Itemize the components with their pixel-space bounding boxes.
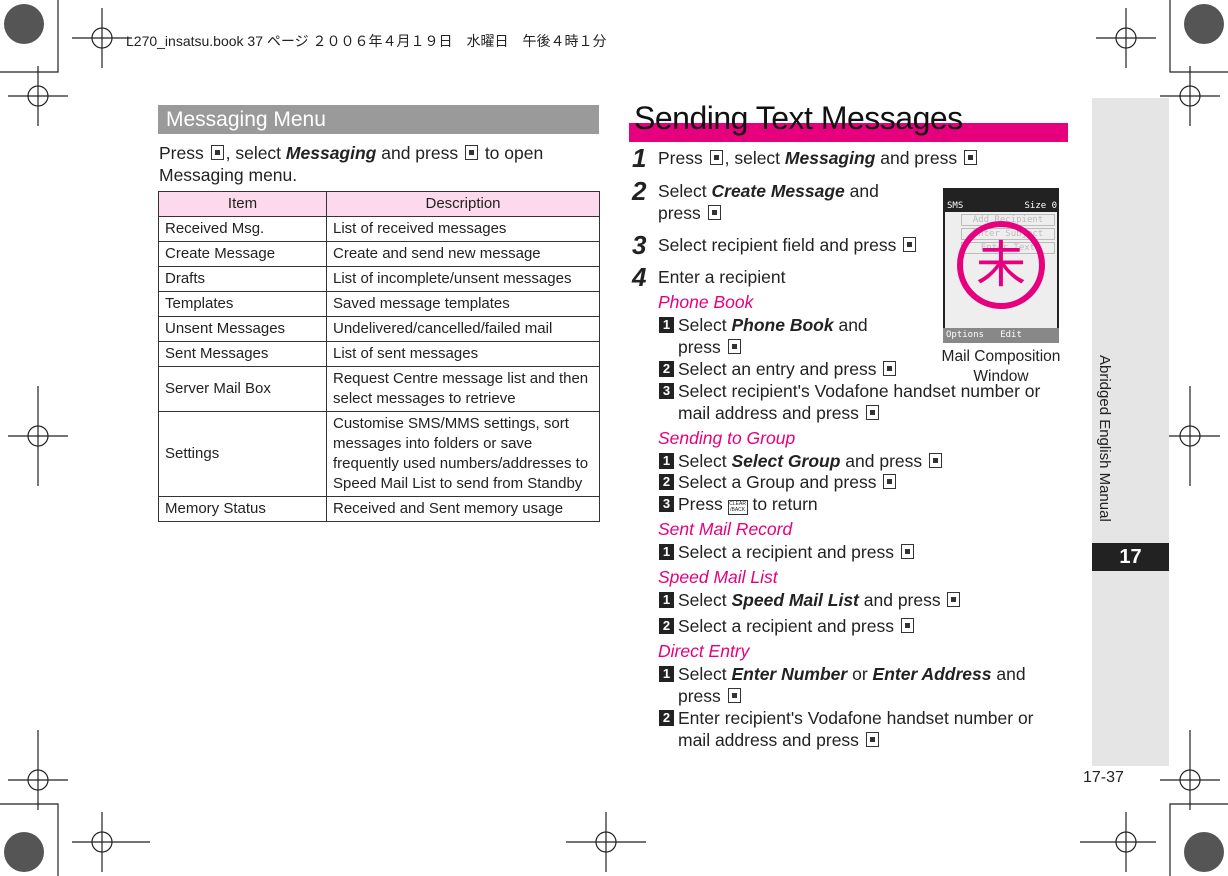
subhead-sent: Sent Mail Record — [658, 519, 793, 539]
clear-back-key-icon: CLEAR/BACK — [727, 500, 748, 515]
table-row: Create Message Create and send new messag… — [158, 241, 600, 267]
chapter-number: 17 — [1092, 543, 1169, 571]
table-row: Memory Status Received and Sent memory us… — [158, 496, 600, 522]
intro-text: Press , select Messaging and press to op… — [159, 143, 544, 185]
registration-mark-icon — [566, 812, 646, 872]
screenshot-caption: Mail Composition Window — [941, 348, 1061, 385]
unfinished-stamp: 未 — [957, 221, 1045, 309]
subhead-speed: Speed Mail List — [658, 567, 778, 587]
page-title: Sending Text Messages — [634, 100, 963, 136]
step-4: 4 Enter a recipient — [632, 262, 786, 292]
table-row: Settings Customise SMS/MMS settings, sort… — [158, 411, 600, 497]
print-header: L270_insatsu.book 37 ページ ２００６年４月１９日 水曜日 … — [126, 33, 607, 49]
registration-mark-icon — [72, 8, 132, 68]
center-key-icon — [210, 145, 224, 160]
section-heading: Messaging Menu — [158, 105, 599, 134]
table-row: Received Msg. List of received messages — [158, 216, 600, 242]
table-row: Unsent Messages Undelivered/cancelled/fai… — [158, 316, 600, 342]
registration-mark-icon — [72, 812, 150, 872]
subhead-direct: Direct Entry — [658, 641, 750, 661]
table-row: Server Mail Box Request Centre message li… — [158, 366, 600, 412]
subhead-phone-book: Phone Book — [658, 292, 754, 312]
page-number: 17-37 — [1083, 769, 1124, 786]
table-row: Sent Messages List of sent messages — [158, 341, 600, 367]
registration-mark-icon — [8, 730, 68, 810]
table-row: Templates Saved message templates — [158, 291, 600, 317]
registration-mark-icon — [1080, 812, 1156, 872]
sidebar-label: Abridged English Manual — [1096, 355, 1113, 522]
registration-mark-icon — [8, 386, 68, 486]
center-key-icon — [464, 145, 478, 160]
step-1: 1 Press , select Messaging and press — [632, 145, 979, 171]
messaging-menu-table: Item Description Received Msg. List of rec… — [158, 191, 600, 522]
registration-mark-icon — [1096, 8, 1156, 68]
mail-composition-screenshot: SMS Size 0 Add Recipient Enter Subject En… — [943, 188, 1059, 343]
registration-mark-icon — [8, 66, 68, 126]
subhead-group: Sending to Group — [658, 428, 796, 448]
registration-mark-icon — [1160, 66, 1220, 126]
registration-mark-icon — [1160, 730, 1220, 810]
table-row: Drafts List of incomplete/unsent messages — [158, 266, 600, 292]
step-2: 2 Select Create Message and press — [632, 176, 879, 223]
registration-mark-icon — [1160, 386, 1220, 486]
step-3: 3 Select recipient field and press — [632, 232, 918, 258]
